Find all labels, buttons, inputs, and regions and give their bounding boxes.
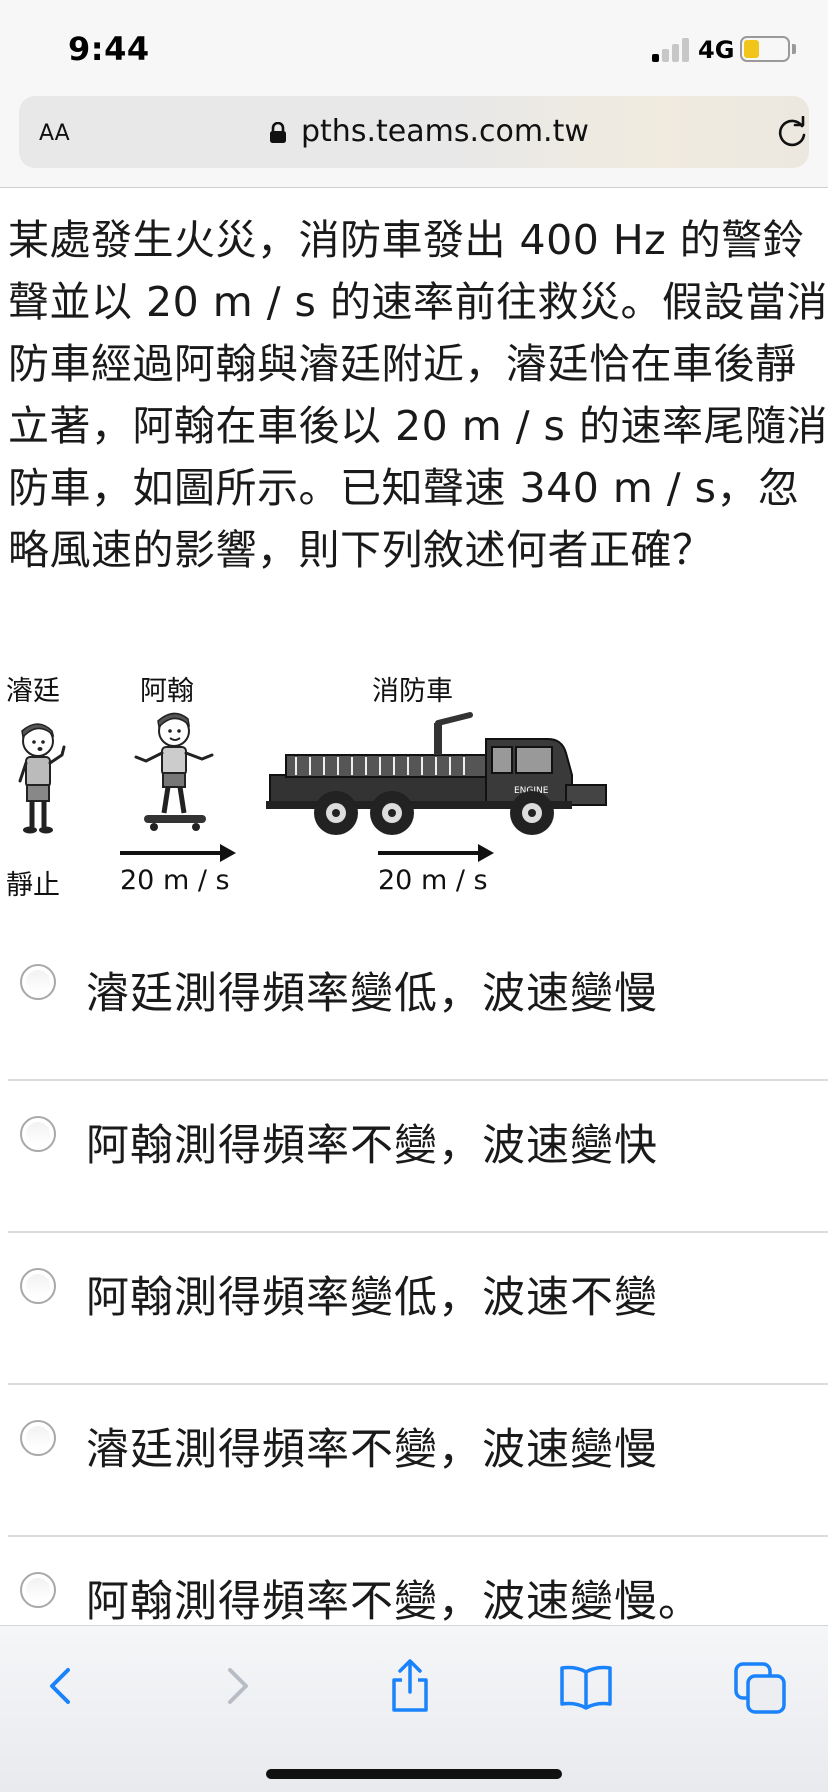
truck-velocity-arrow: [378, 844, 494, 862]
browser-navigation-area: AA pths.teams.com.tw: [0, 92, 828, 188]
figure-label-stationary: 靜止: [6, 870, 60, 901]
fire-truck-illustration: ENGINE: [266, 712, 607, 835]
skateboard-boy-illustration: [134, 712, 214, 831]
network-type: 4G: [698, 36, 735, 64]
answer-options: 濬廷測得頻率變低，波速變慢 阿翰測得頻率不變，波速變快 阿翰測得頻率變低，波速不…: [8, 929, 828, 1625]
radio-button[interactable]: [20, 1572, 56, 1608]
address-bar[interactable]: AA pths.teams.com.tw: [19, 96, 809, 168]
battery-level: [744, 40, 759, 58]
figure-label-firetruck: 消防車: [372, 676, 453, 707]
truck-speed-label: 20 m / s: [378, 865, 488, 896]
answer-option[interactable]: 濬廷測得頻率變低，波速變慢: [8, 929, 828, 1081]
question-text: 某處發生火災，消防車發出 400 Hz 的警鈴聲並以 20 m / s 的速率前…: [8, 216, 828, 574]
bookmarks-icon[interactable]: [556, 1656, 616, 1716]
answer-option-label[interactable]: 阿翰測得頻率不變，波速變慢。: [86, 1567, 702, 1625]
reload-icon[interactable]: [775, 116, 809, 150]
text-size-button[interactable]: AA: [39, 114, 70, 147]
status-time: 9:44: [68, 30, 150, 68]
share-icon[interactable]: [380, 1656, 440, 1716]
answer-option-label[interactable]: 阿翰測得頻率變低，波速不變: [86, 1263, 658, 1325]
answer-option-label[interactable]: 濬廷測得頻率變低，波速變慢: [86, 959, 658, 1021]
standing-boy-illustration: [18, 723, 66, 834]
question-figure: 濬廷 阿翰 消防車 ENGINE 靜止 20 m / s 20 m / s: [0, 659, 828, 919]
ahan-velocity-arrow: [120, 844, 236, 862]
figure-label-ahan: 阿翰: [140, 676, 194, 707]
answer-option[interactable]: 阿翰測得頻率不變，波速變慢。: [8, 1537, 828, 1625]
answer-option[interactable]: 濬廷測得頻率不變，波速變慢: [8, 1385, 828, 1537]
ahan-speed-label: 20 m / s: [120, 865, 230, 896]
forward-icon[interactable]: [206, 1656, 266, 1716]
back-icon[interactable]: [32, 1656, 92, 1716]
text-size-button-label: AA: [39, 121, 70, 146]
radio-button[interactable]: [20, 1420, 56, 1456]
page-content: 某處發生火災，消防車發出 400 Hz 的警鈴聲並以 20 m / s 的速率前…: [0, 189, 828, 1625]
status-bar: 9:44 4G: [0, 0, 828, 92]
figure-label-junting: 濬廷: [6, 676, 60, 707]
radio-button[interactable]: [20, 1268, 56, 1304]
answer-option[interactable]: 阿翰測得頻率不變，波速變快: [8, 1081, 828, 1233]
lock-icon: [270, 122, 286, 143]
home-indicator: [266, 1769, 562, 1779]
url-text[interactable]: pths.teams.com.tw: [301, 114, 589, 149]
answer-option-label[interactable]: 濬廷測得頻率不變，波速變慢: [86, 1415, 658, 1477]
tabs-icon[interactable]: [730, 1656, 790, 1716]
answer-option[interactable]: 阿翰測得頻率變低，波速不變: [8, 1233, 828, 1385]
radio-button[interactable]: [20, 1116, 56, 1152]
cellular-signal-icon: [652, 38, 692, 62]
radio-button[interactable]: [20, 964, 56, 1000]
answer-option-label[interactable]: 阿翰測得頻率不變，波速變快: [86, 1111, 658, 1173]
browser-toolbar: [0, 1625, 828, 1792]
battery-nub: [792, 44, 796, 54]
battery-icon: [740, 36, 790, 62]
